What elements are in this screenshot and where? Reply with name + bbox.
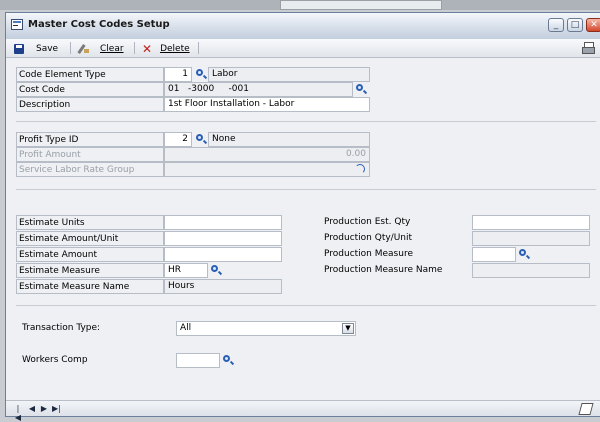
last-record-icon[interactable]: ▶| bbox=[52, 404, 61, 413]
profit-type-id-input[interactable]: 2 bbox=[164, 132, 192, 147]
estimate-measure-name-label: Estimate Measure Name bbox=[16, 279, 164, 294]
status-bar: |◀ ◀ ▶ ▶| bbox=[6, 400, 600, 422]
toolbar-separator bbox=[134, 42, 135, 54]
master-cost-codes-window: Master Cost Codes Setup _ □ ✕ Save Clear… bbox=[5, 12, 600, 422]
cost-code-lookup-icon[interactable] bbox=[355, 83, 368, 96]
save-icon bbox=[14, 43, 24, 54]
profit-type-lookup-icon[interactable] bbox=[195, 133, 208, 146]
section-divider bbox=[16, 305, 596, 306]
profit-type-id-label: Profit Type ID bbox=[16, 132, 164, 147]
production-qty-unit-value bbox=[472, 231, 590, 246]
description-input[interactable]: 1st Floor Installation - Labor bbox=[164, 97, 370, 112]
estimate-measure-lookup-icon[interactable] bbox=[210, 264, 223, 277]
delete-x-icon: ✕ bbox=[142, 41, 153, 56]
code-element-type-input[interactable]: 1 bbox=[164, 67, 192, 82]
print-icon[interactable] bbox=[582, 42, 595, 54]
window-title: Master Cost Codes Setup bbox=[28, 19, 170, 30]
form-content: Code Element Type 1 Labor Cost Code 01 -… bbox=[6, 57, 600, 403]
clear-button[interactable]: Clear bbox=[78, 42, 124, 55]
production-measure-name-label: Production Measure Name bbox=[324, 265, 443, 275]
section-divider bbox=[16, 189, 596, 190]
save-button[interactable]: Save bbox=[14, 42, 58, 55]
toolbar-separator bbox=[198, 42, 199, 54]
transaction-type-value: All bbox=[180, 323, 192, 333]
estimate-amount-label: Estimate Amount bbox=[16, 247, 164, 262]
transaction-type-label: Transaction Type: bbox=[22, 323, 101, 333]
production-measure-input[interactable] bbox=[472, 247, 516, 262]
production-measure-name-value bbox=[472, 263, 590, 278]
window-form-icon bbox=[11, 19, 23, 30]
service-labor-rate-group-input bbox=[164, 162, 370, 177]
clear-label: Clear bbox=[100, 43, 124, 54]
transaction-type-select[interactable]: All ▼ bbox=[176, 321, 356, 336]
profit-amount-label: Profit Amount bbox=[16, 147, 164, 162]
production-est-qty-input[interactable] bbox=[472, 215, 590, 230]
service-labor-lookup-icon[interactable] bbox=[355, 164, 365, 174]
code-element-lookup-icon[interactable] bbox=[195, 68, 208, 81]
section-divider bbox=[16, 121, 596, 122]
minimize-button[interactable]: _ bbox=[548, 18, 564, 32]
toolbar: Save Clear ✕ Delete bbox=[6, 39, 600, 58]
production-measure-label: Production Measure bbox=[324, 249, 413, 259]
service-labor-rate-group-label: Service Labor Rate Group bbox=[16, 162, 164, 177]
workers-comp-input[interactable] bbox=[176, 353, 220, 368]
first-record-icon[interactable]: |◀ bbox=[14, 404, 22, 422]
code-element-type-desc: Labor bbox=[208, 67, 370, 82]
cost-code-value: 01 -3000 -001 bbox=[164, 82, 353, 97]
toolbar-separator bbox=[70, 42, 71, 54]
maximize-button[interactable]: □ bbox=[567, 18, 583, 32]
note-edit-icon[interactable] bbox=[578, 403, 594, 415]
profit-amount-value: 0.00 bbox=[164, 147, 370, 162]
description-label: Description bbox=[16, 97, 164, 112]
estimate-units-label: Estimate Units bbox=[16, 215, 164, 230]
production-qty-unit-label: Production Qty/Unit bbox=[324, 233, 413, 243]
background-window-edge bbox=[280, 0, 442, 10]
estimate-amount-input[interactable] bbox=[164, 247, 282, 262]
background-strip bbox=[0, 0, 600, 10]
workers-comp-label: Workers Comp bbox=[22, 355, 88, 365]
estimate-amount-unit-label: Estimate Amount/Unit bbox=[16, 231, 164, 246]
delete-button[interactable]: ✕ Delete bbox=[142, 42, 190, 55]
chevron-down-icon[interactable]: ▼ bbox=[342, 323, 354, 334]
production-measure-lookup-icon[interactable] bbox=[518, 248, 531, 261]
code-element-type-label: Code Element Type bbox=[16, 67, 164, 82]
estimate-measure-input[interactable]: HR bbox=[164, 263, 208, 278]
estimate-amount-unit-input[interactable] bbox=[164, 231, 282, 246]
profit-type-desc: None bbox=[208, 132, 370, 147]
delete-label: Delete bbox=[160, 43, 190, 54]
production-est-qty-label: Production Est. Qty bbox=[324, 217, 411, 227]
estimate-units-input[interactable] bbox=[164, 215, 282, 230]
save-label: Save bbox=[36, 43, 59, 54]
workers-comp-lookup-icon[interactable] bbox=[222, 354, 235, 367]
cost-code-label: Cost Code bbox=[16, 82, 164, 97]
close-button[interactable]: ✕ bbox=[586, 18, 600, 32]
eraser-icon bbox=[78, 44, 90, 54]
previous-record-icon[interactable]: ◀ bbox=[28, 404, 36, 413]
estimate-measure-name-value: Hours bbox=[164, 279, 282, 294]
title-bar: Master Cost Codes Setup _ □ ✕ bbox=[6, 13, 600, 40]
estimate-measure-label: Estimate Measure bbox=[16, 263, 164, 278]
next-record-icon[interactable]: ▶ bbox=[40, 404, 48, 413]
